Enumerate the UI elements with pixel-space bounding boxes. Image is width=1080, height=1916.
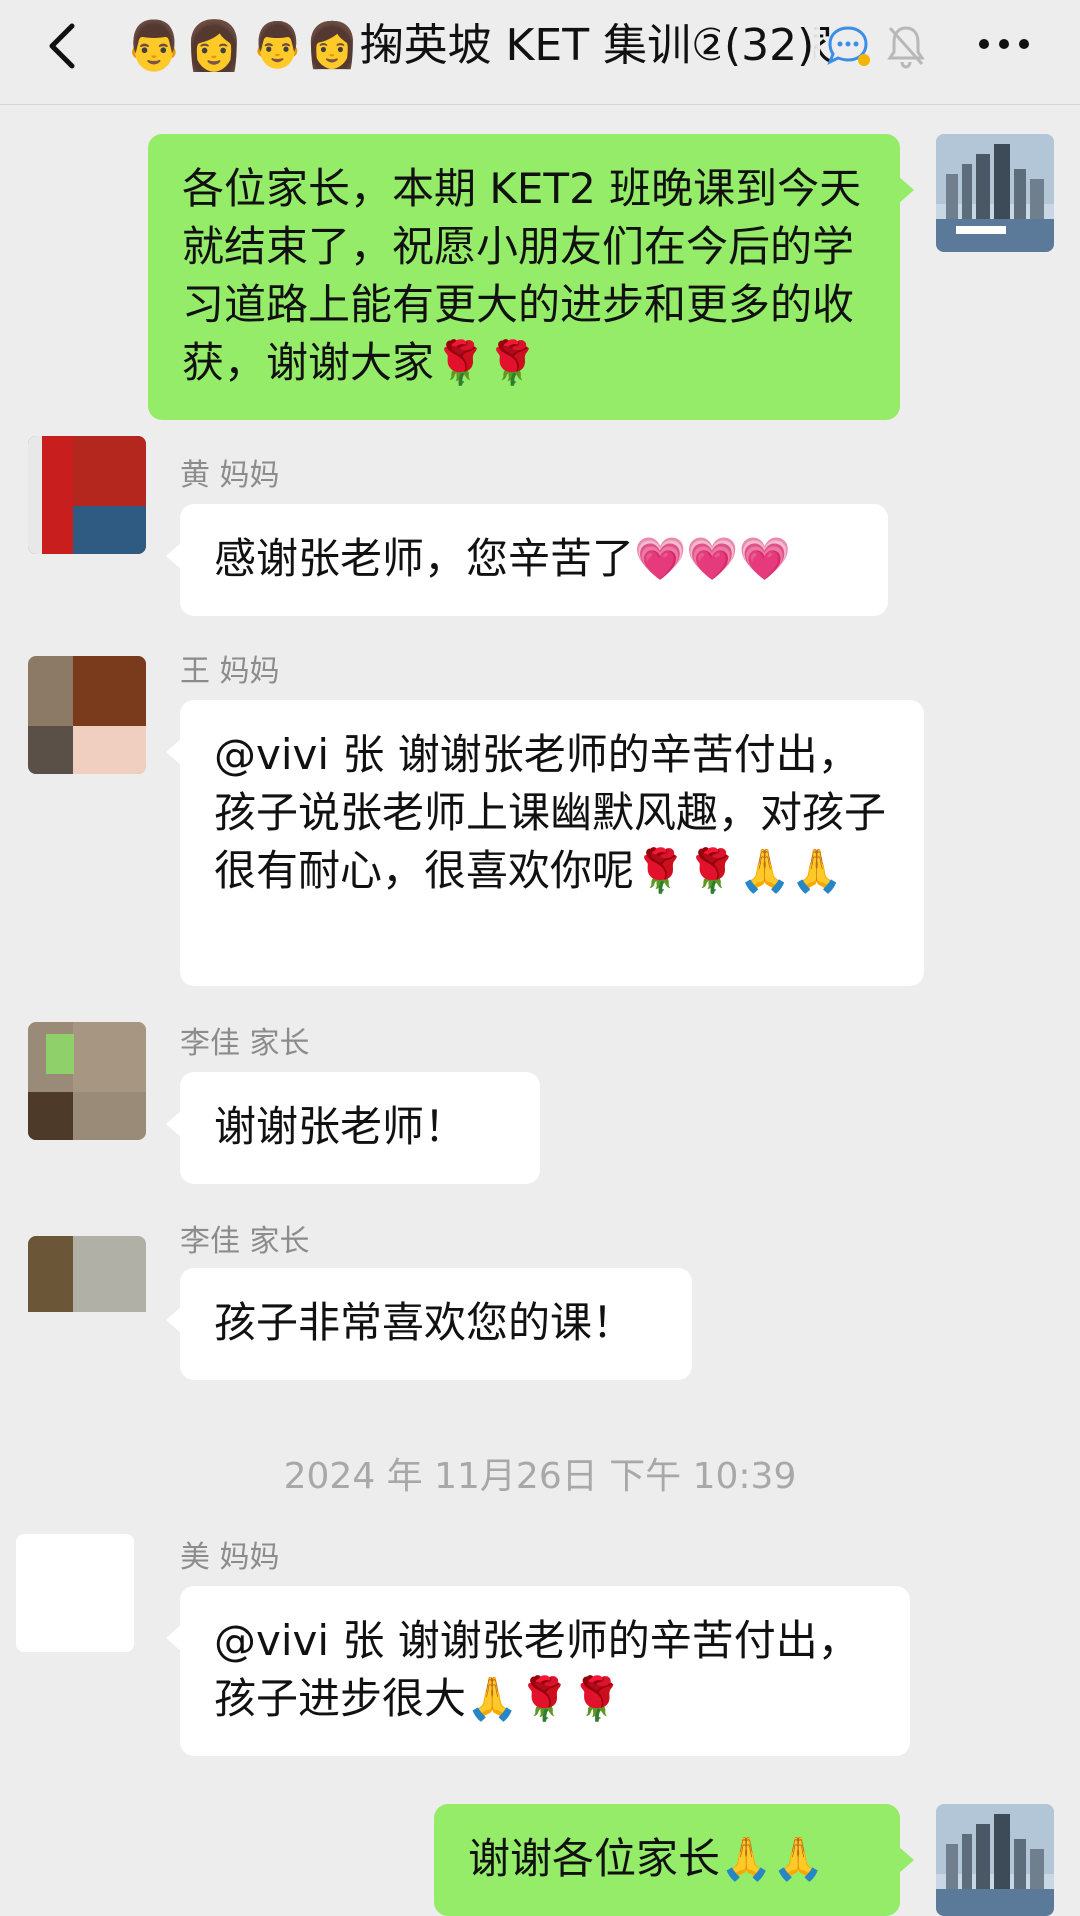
chat-bubble-icon[interactable] bbox=[824, 22, 872, 70]
message-bubble-incoming[interactable]: 谢谢张老师！ bbox=[166, 1072, 540, 1184]
sender-name: 黄 妈妈 bbox=[180, 458, 280, 493]
member-avatar[interactable] bbox=[28, 656, 146, 774]
chat-timestamp: 2024 年 11月26日 下午 10:39 bbox=[283, 1456, 797, 1497]
member-count: (32) bbox=[720, 14, 815, 78]
message-bubble-incoming[interactable]: @vivi 张 谢谢张老师的辛苦付出，孩子说张老师上课幽默风趣，对孩子很有耐心，… bbox=[166, 700, 924, 986]
man-emoji-icon: 👨 bbox=[124, 18, 184, 74]
member-avatar[interactable] bbox=[28, 436, 146, 554]
sender-name: 李佳 家长 bbox=[180, 1026, 310, 1061]
member-avatar[interactable] bbox=[16, 1534, 134, 1652]
self-avatar[interactable] bbox=[936, 134, 1054, 252]
sender-name: 李佳 家长 bbox=[180, 1224, 310, 1259]
self-avatar[interactable] bbox=[936, 1804, 1054, 1916]
message-bubble-incoming[interactable]: @vivi 张 谢谢张老师的辛苦付出，孩子进步很大🙏🌹🌹 bbox=[166, 1586, 910, 1756]
city-skyline-icon bbox=[936, 134, 1054, 252]
city-skyline-icon bbox=[936, 1804, 1054, 1916]
message-bubble-outgoing[interactable]: 各位家长，本期 KET2 班晚课到今天就结束了，祝愿小朋友们在今后的学习道路上能… bbox=[148, 134, 914, 420]
chat-header: 👨 👩 👨👩掬英坡 KET 集训② 班家长群 (32) bbox=[0, 0, 1080, 105]
sender-name: 美 妈妈 bbox=[180, 1540, 280, 1575]
chevron-left-icon[interactable] bbox=[38, 16, 88, 76]
message-bubble-outgoing[interactable]: 谢谢各位家长🙏🙏 bbox=[434, 1804, 914, 1916]
message-bubble-incoming[interactable]: 孩子非常喜欢您的课！ bbox=[166, 1268, 692, 1380]
bell-muted-icon[interactable] bbox=[884, 22, 928, 70]
sender-name: 王 妈妈 bbox=[180, 654, 280, 689]
more-dots-icon[interactable] bbox=[974, 32, 1034, 56]
member-avatar[interactable] bbox=[28, 1236, 146, 1354]
member-avatar[interactable] bbox=[28, 1022, 146, 1140]
woman-emoji-icon: 👩 bbox=[184, 18, 244, 74]
message-bubble-incoming[interactable]: 感谢张老师，您辛苦了💗💗💗 bbox=[166, 504, 888, 616]
